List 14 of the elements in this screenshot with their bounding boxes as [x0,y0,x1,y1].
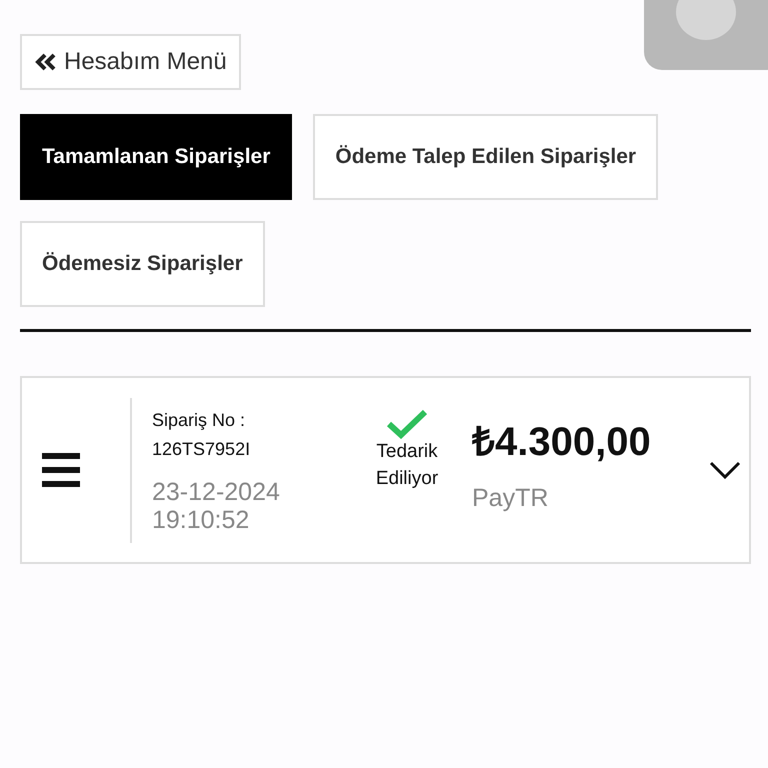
order-number: 126TS7952I [152,438,252,460]
tab[interactable]: Tamamlanan Siparişler [20,114,292,200]
order-status: Tedarik Ediliyor [374,440,440,491]
menu-icon[interactable] [42,453,82,487]
payment-method: PayTR [472,483,550,514]
chevron-icon[interactable] [707,459,743,481]
tab[interactable]: Ödeme Talep Edilen Siparişler [313,114,658,200]
back-button[interactable]: Hesabım Menü [20,34,241,90]
order-amount: ₺4.300,00 [472,419,652,466]
double-chevron-left-icon [34,52,58,72]
order-number-label: Sipariş No : [152,408,246,432]
order-time: 19:10:52 [152,506,250,534]
order-date: 23-12-2024 [152,479,281,507]
tab[interactable]: Ödemesiz Siparişler [20,221,265,307]
